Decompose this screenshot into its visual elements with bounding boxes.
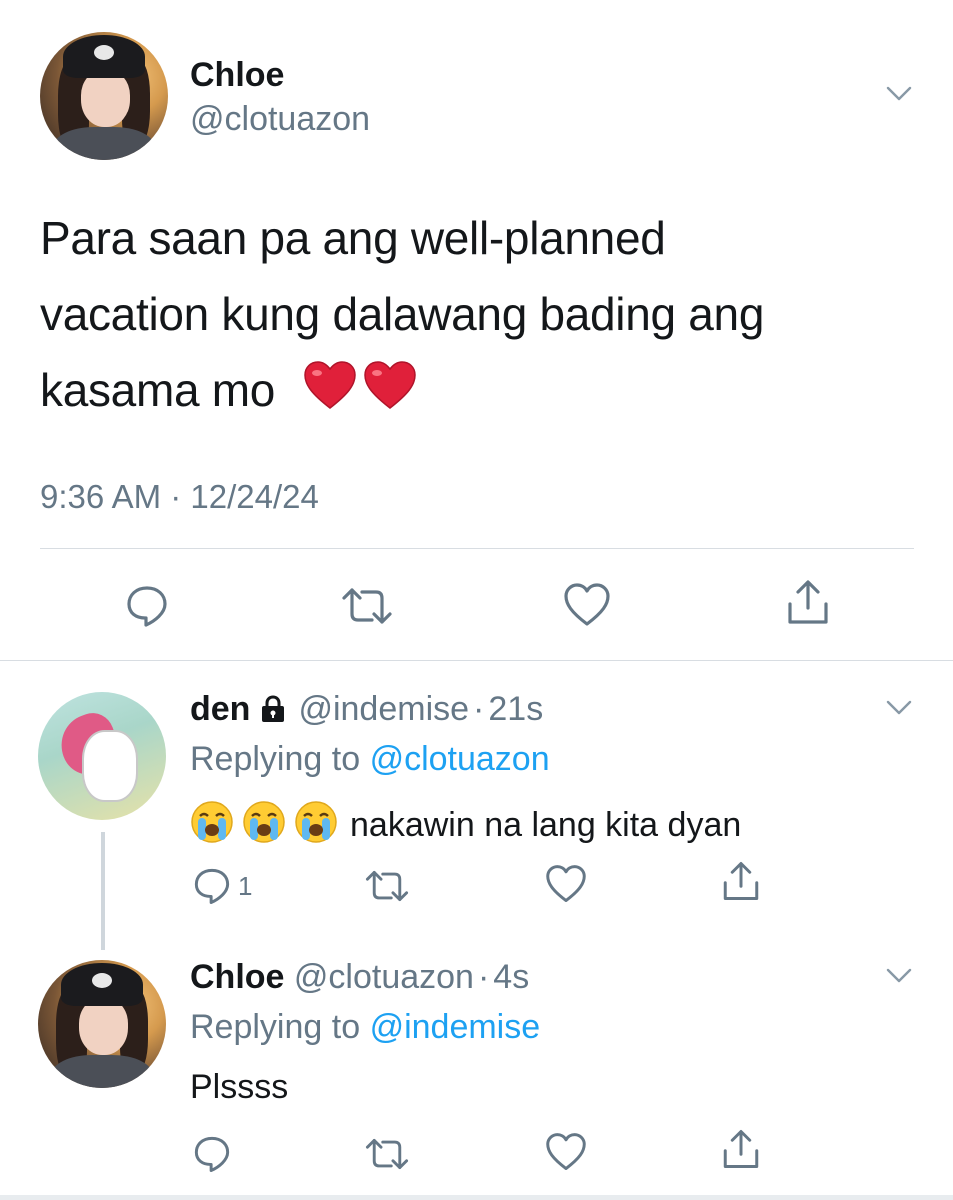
reply-icon bbox=[194, 868, 230, 904]
reply-header: Chloe @clotuazon · 4s bbox=[190, 958, 529, 997]
tweet-date: 12/24/24 bbox=[190, 478, 319, 515]
reply-count: 1 bbox=[238, 870, 253, 901]
reply-button[interactable]: 1 bbox=[192, 866, 252, 906]
retweet-icon bbox=[342, 588, 392, 624]
share-icon bbox=[723, 1130, 759, 1168]
tweet-text: Para saan pa ang well-planned vacation k… bbox=[40, 200, 910, 428]
reply-button[interactable] bbox=[192, 1134, 232, 1174]
chevron-down-icon[interactable] bbox=[886, 86, 912, 102]
lock-icon bbox=[258, 694, 288, 724]
reply-text: Plssss bbox=[190, 1068, 289, 1106]
loudly-crying-face-emoji bbox=[294, 800, 338, 844]
handle[interactable]: @clotuazon bbox=[294, 958, 474, 996]
display-name[interactable]: Chloe bbox=[190, 958, 284, 996]
replying-to-handle[interactable]: @clotuazon bbox=[370, 740, 550, 778]
chevron-down-icon[interactable] bbox=[886, 700, 912, 716]
tweet-thread-screen: Chloe @clotuazon Para saan pa ang well-p… bbox=[0, 0, 953, 1200]
heart-icon bbox=[546, 865, 586, 902]
avatar[interactable] bbox=[38, 692, 166, 820]
separator: · bbox=[170, 478, 182, 515]
retweet-button[interactable] bbox=[364, 1136, 410, 1172]
divider bbox=[0, 660, 953, 661]
display-name[interactable]: den bbox=[190, 690, 250, 728]
retweet-button[interactable] bbox=[364, 868, 410, 904]
reply-button[interactable] bbox=[124, 584, 170, 628]
divider bbox=[40, 548, 914, 549]
reply-icon bbox=[194, 1136, 230, 1172]
tweet-text-line: kasama mo bbox=[40, 352, 910, 428]
reply-body: nakawin na lang kita dyan bbox=[350, 806, 742, 844]
reply-icon bbox=[127, 586, 167, 627]
loudly-crying-face-emoji bbox=[190, 800, 234, 844]
loudly-crying-face-emoji bbox=[242, 800, 286, 844]
red-heart-emoji bbox=[362, 358, 418, 410]
display-name[interactable]: Chloe bbox=[190, 56, 284, 95]
separator: · bbox=[473, 690, 485, 728]
reply-text: nakawin na lang kita dyan bbox=[190, 800, 741, 845]
tweet-time: 9:36 AM bbox=[40, 478, 162, 515]
replying-to-label: Replying to bbox=[190, 1008, 361, 1046]
reply-age[interactable]: 21s bbox=[488, 690, 543, 728]
reply-age[interactable]: 4s bbox=[493, 958, 529, 996]
like-button[interactable] bbox=[545, 1132, 587, 1172]
tweet-text-line-3: kasama mo bbox=[40, 364, 276, 416]
tweet-timestamp[interactable]: 9:36 AM · 12/24/24 bbox=[40, 478, 319, 516]
share-button[interactable] bbox=[720, 1128, 762, 1170]
avatar[interactable] bbox=[40, 32, 168, 160]
retweet-icon bbox=[365, 1138, 409, 1170]
thread-connector bbox=[101, 832, 105, 950]
replying-to-handle[interactable]: @indemise bbox=[370, 1008, 541, 1046]
heart-icon bbox=[546, 1133, 586, 1170]
separator: · bbox=[477, 958, 490, 996]
chevron-down-icon[interactable] bbox=[886, 968, 912, 984]
replying-to: Replying to @clotuazon bbox=[190, 740, 550, 779]
like-button[interactable] bbox=[545, 864, 587, 904]
tweet-text-line: Para saan pa ang well-planned bbox=[40, 212, 666, 264]
share-icon bbox=[723, 862, 759, 900]
share-button[interactable] bbox=[720, 860, 762, 902]
replying-to: Replying to @indemise bbox=[190, 1008, 540, 1047]
red-heart-emoji bbox=[302, 358, 358, 410]
retweet-button[interactable] bbox=[340, 586, 394, 626]
like-button[interactable] bbox=[563, 582, 611, 628]
reply-header: den @indemise · 21s bbox=[190, 690, 543, 729]
retweet-icon bbox=[365, 870, 409, 902]
replying-to-label: Replying to bbox=[190, 740, 361, 778]
divider bbox=[0, 1195, 953, 1200]
heart-icon bbox=[564, 583, 610, 626]
handle[interactable]: @indemise bbox=[298, 690, 469, 728]
share-icon bbox=[788, 580, 828, 624]
tweet-text-line: vacation kung dalawang bading ang bbox=[40, 288, 765, 340]
handle[interactable]: @clotuazon bbox=[190, 100, 370, 139]
avatar[interactable] bbox=[38, 960, 166, 1088]
share-button[interactable] bbox=[784, 578, 832, 626]
